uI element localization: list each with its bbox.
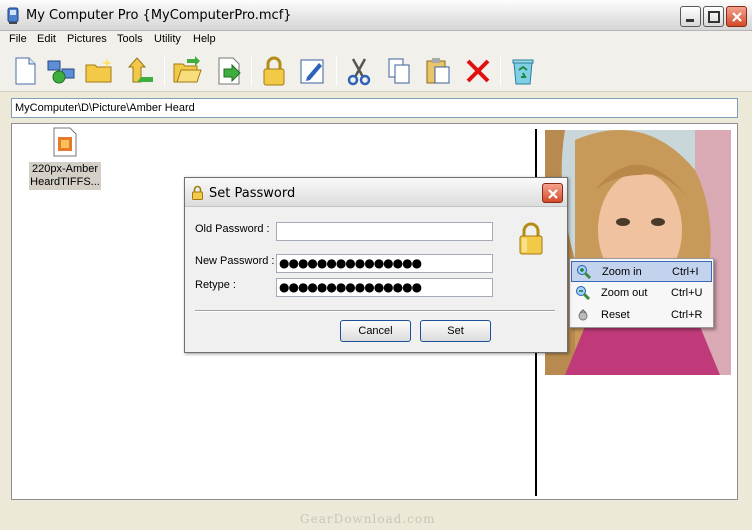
menu-help[interactable]: Help [193, 33, 216, 45]
picture-preview[interactable] [545, 130, 731, 375]
cut-icon[interactable] [343, 55, 375, 87]
new-password-label: New Password : [195, 255, 275, 267]
toolbar-separator [500, 56, 501, 86]
open-folder-icon[interactable] [171, 55, 203, 87]
maximize-button[interactable] [703, 6, 724, 27]
file-label-line1: 220px-Amber [31, 163, 99, 175]
retype-password-field[interactable]: ●●●●●●●●●●●●●●● [276, 278, 493, 297]
minimize-button[interactable] [680, 6, 701, 27]
menu-tools[interactable]: Tools [117, 33, 143, 45]
paste-icon[interactable] [422, 55, 454, 87]
padlock-icon [519, 222, 543, 255]
lock-icon [192, 185, 203, 200]
old-password-field[interactable] [276, 222, 493, 241]
menu-file[interactable]: File [9, 33, 27, 45]
window-title: My Computer Pro {MyComputerPro.mcf} [26, 8, 292, 23]
dialog-separator [195, 310, 555, 312]
dialog-titlebar[interactable]: Set Password [185, 178, 567, 207]
network-icon[interactable] [45, 55, 77, 87]
context-item-zoom-in[interactable]: Zoom in Ctrl+I [571, 261, 712, 282]
copy-icon[interactable] [383, 55, 415, 87]
set-password-dialog: Set Password Old Password : New Password… [184, 177, 568, 353]
minimize-icon [686, 19, 694, 22]
context-item-label: Reset [601, 309, 630, 321]
new-folder-icon[interactable] [83, 55, 115, 87]
context-item-zoom-out[interactable]: Zoom out Ctrl+U [571, 283, 712, 304]
close-icon [732, 12, 742, 22]
context-item-shortcut: Ctrl+I [672, 266, 699, 278]
context-menu: Zoom in Ctrl+I Zoom out Ctrl+U Reset Ctr… [569, 258, 714, 328]
old-password-label: Old Password : [195, 223, 270, 235]
toolbar [0, 50, 752, 92]
menu-bar: File Edit Pictures Tools Utility Help [0, 31, 752, 50]
context-item-label: Zoom out [601, 287, 648, 299]
set-button[interactable]: Set [420, 320, 491, 342]
address-bar[interactable]: MyComputer\D\Picture\Amber Heard [11, 98, 738, 118]
zoom-out-icon [576, 286, 591, 301]
file-item-label[interactable]: 220px-Amber HeardTIFFS... [29, 162, 101, 190]
zoom-in-icon [577, 265, 592, 280]
dialog-title: Set Password [209, 186, 296, 201]
lock-icon[interactable] [258, 55, 290, 87]
file-label-line2: HeardTIFFS... [30, 176, 100, 188]
close-icon [548, 189, 558, 199]
new-password-field[interactable]: ●●●●●●●●●●●●●●● [276, 254, 493, 273]
context-item-reset[interactable]: Reset Ctrl+R [571, 305, 712, 326]
go-up-icon[interactable] [125, 55, 157, 87]
retype-label: Retype : [195, 279, 236, 291]
recycle-bin-icon[interactable] [507, 55, 539, 87]
new-file-icon[interactable] [9, 55, 41, 87]
reset-icon [578, 309, 588, 321]
toolbar-separator [251, 56, 252, 86]
menu-edit[interactable]: Edit [37, 33, 56, 45]
context-item-shortcut: Ctrl+U [671, 287, 703, 299]
maximize-icon [708, 11, 720, 23]
watermark: GearDownload.com [300, 512, 436, 526]
menu-utility[interactable]: Utility [154, 33, 181, 45]
export-icon[interactable] [213, 55, 245, 87]
delete-icon[interactable] [462, 55, 494, 87]
toolbar-separator [164, 56, 165, 86]
cancel-button[interactable]: Cancel [340, 320, 411, 342]
menu-pictures[interactable]: Pictures [67, 33, 107, 45]
dialog-close-button[interactable] [542, 183, 563, 203]
edit-icon[interactable] [297, 55, 329, 87]
context-item-label: Zoom in [602, 266, 642, 278]
toolbar-separator [336, 56, 337, 86]
window-titlebar[interactable]: My Computer Pro {MyComputerPro.mcf} [0, 0, 752, 31]
image-file-icon[interactable] [52, 127, 78, 157]
close-button[interactable] [726, 6, 747, 27]
context-item-shortcut: Ctrl+R [671, 309, 703, 321]
computer-app-icon [7, 7, 19, 24]
